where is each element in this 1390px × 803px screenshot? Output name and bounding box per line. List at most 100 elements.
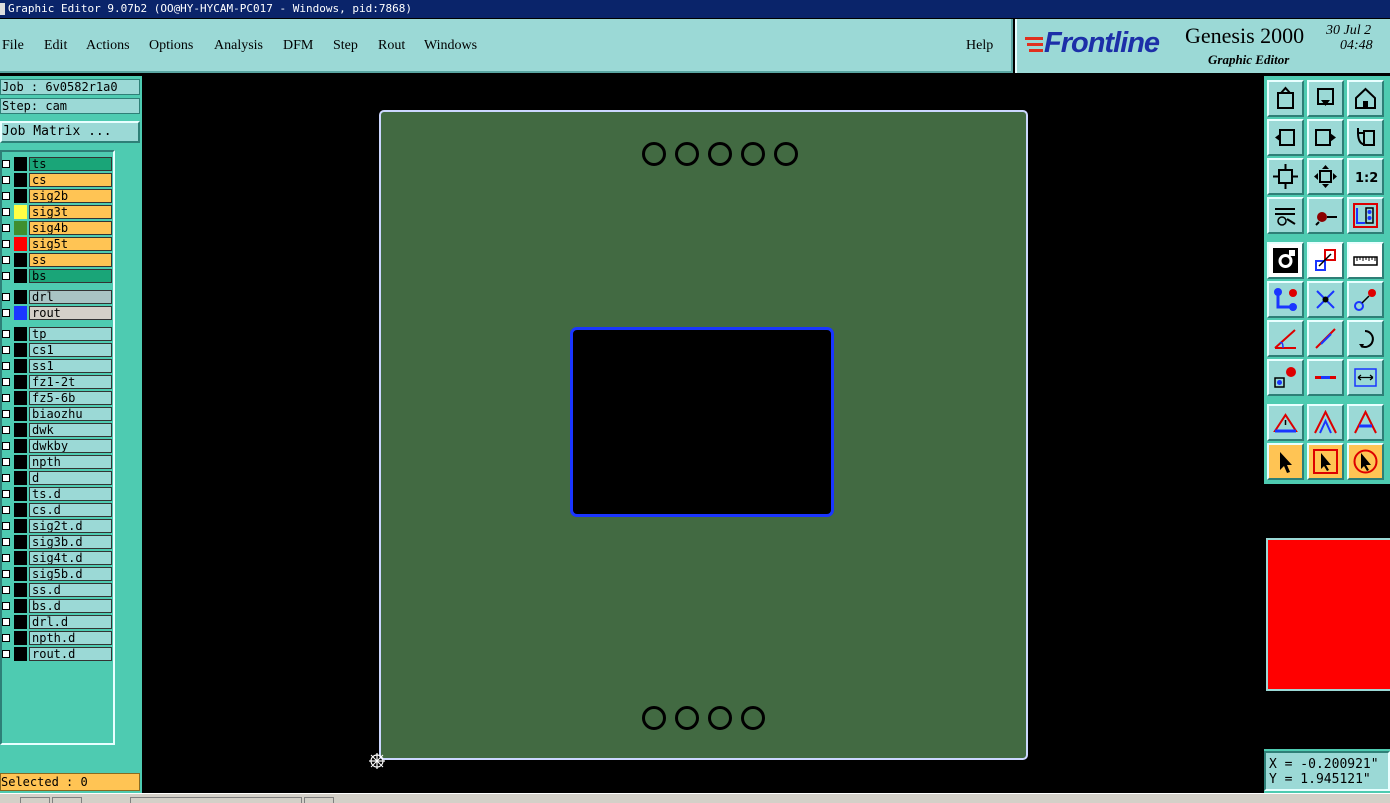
layer-checkbox[interactable] [2,602,10,610]
layer-checkbox[interactable] [2,176,10,184]
layer-color-swatch[interactable] [14,391,27,405]
layer-name[interactable]: npth.d [29,631,112,645]
layer-color-swatch[interactable] [14,551,27,565]
menu-dfm[interactable]: DFM [283,38,313,54]
layer-row[interactable]: cs.d [2,503,114,517]
layer-color-swatch[interactable] [14,359,27,373]
layer-name[interactable]: drl.d [29,615,112,629]
layer-checkbox[interactable] [2,362,10,370]
layer-name[interactable]: sig3t [29,205,112,219]
drill-hole[interactable] [741,706,765,730]
layer-checkbox[interactable] [2,442,10,450]
layer-name[interactable]: biaozhu [29,407,112,421]
arc-tool-button[interactable] [1347,320,1384,357]
layer-checkbox[interactable] [2,410,10,418]
layer-name[interactable]: sig4b [29,221,112,235]
layer-row[interactable]: ss [2,253,114,267]
layer-color-swatch[interactable] [14,306,27,320]
layer-row[interactable]: cs [2,173,114,187]
layer-row[interactable]: sig5t [2,237,114,251]
layer-row[interactable]: rout [2,306,114,320]
layer-color-swatch[interactable] [14,599,27,613]
layer-row[interactable]: sig4t.d [2,551,114,565]
dimension-tool-button[interactable] [1347,359,1384,396]
layer-name[interactable]: dwkby [29,439,112,453]
layer-checkbox[interactable] [2,506,10,514]
layer-color-swatch[interactable] [14,519,27,533]
angle-tool-button[interactable] [1267,320,1304,357]
intersect-tool-button[interactable] [1307,281,1344,318]
layer-color-swatch[interactable] [14,407,27,421]
layer-checkbox[interactable] [2,490,10,498]
layer-row[interactable]: dwk [2,423,114,437]
layer-color-swatch[interactable] [14,290,27,304]
layer-checkbox[interactable] [2,474,10,482]
layer-color-swatch[interactable] [14,221,27,235]
menu-help[interactable]: Help [966,38,993,54]
layer-row[interactable]: tp [2,327,114,341]
pan-right-tool-button[interactable] [1307,119,1344,156]
layer-row[interactable]: ts.d [2,487,114,501]
layer-checkbox[interactable] [2,240,10,248]
layer-checkbox[interactable] [2,650,10,658]
layer-row[interactable]: rout.d [2,647,114,661]
layer-checkbox[interactable] [2,224,10,232]
menu-analysis[interactable]: Analysis [214,38,263,54]
layer-name[interactable]: ss.d [29,583,112,597]
layer-color-swatch[interactable] [14,631,27,645]
drill-hole[interactable] [675,706,699,730]
layer-row[interactable]: fz1-2t [2,375,114,389]
menu-step[interactable]: Step [333,38,358,54]
layer-name[interactable]: cs [29,173,112,187]
layer-color-swatch[interactable] [14,189,27,203]
connect-tool-button[interactable] [1347,281,1384,318]
layer-name[interactable]: sig5t [29,237,112,251]
drill-hole[interactable] [708,142,732,166]
layer-name[interactable]: bs [29,269,112,283]
home-tool-button[interactable] [1347,80,1384,117]
menu-rout[interactable]: Rout [378,38,405,54]
layer-color-swatch[interactable] [14,157,27,171]
layer-color-swatch[interactable] [14,205,27,219]
layer-row[interactable]: drl.d [2,615,114,629]
layer-color-swatch[interactable] [14,647,27,661]
layer-checkbox[interactable] [2,272,10,280]
menu-actions[interactable]: Actions [86,38,130,54]
layer-checkbox[interactable] [2,330,10,338]
layer-name[interactable]: ss [29,253,112,267]
layer-checkbox[interactable] [2,309,10,317]
layer-name[interactable]: d [29,471,112,485]
horizontal-line-tool-button[interactable] [1307,359,1344,396]
center-tool-button[interactable] [1307,158,1344,195]
pointer-tool-button[interactable] [1267,443,1304,480]
pad-tool-button[interactable] [1267,359,1304,396]
drill-hole[interactable] [675,142,699,166]
one-to-two-tool-button[interactable]: 1:2 [1347,158,1384,195]
drill-hole[interactable] [741,142,765,166]
layer-color-swatch[interactable] [14,343,27,357]
triangle-small-tool-button[interactable] [1267,404,1304,441]
layer-name[interactable]: npth [29,455,112,469]
layer-color-swatch[interactable] [14,269,27,283]
layer-color-swatch[interactable] [14,535,27,549]
layer-checkbox[interactable] [2,208,10,216]
layer-name[interactable]: fz5-6b [29,391,112,405]
layer-checkbox[interactable] [2,426,10,434]
layer-name[interactable]: cs1 [29,343,112,357]
job-matrix-button[interactable]: Job Matrix ... [0,121,140,143]
layer-row[interactable]: npth [2,455,114,469]
layer-checkbox[interactable] [2,538,10,546]
layer-row[interactable]: fz5-6b [2,391,114,405]
layer-row[interactable]: sig5b.d [2,567,114,581]
layer-checkbox[interactable] [2,586,10,594]
layer-name[interactable]: cs.d [29,503,112,517]
zoom-home-tool-button[interactable] [1267,80,1304,117]
layer-name[interactable]: rout.d [29,647,112,661]
layer-checkbox[interactable] [2,346,10,354]
drill-hole[interactable] [642,142,666,166]
layer-color-swatch[interactable] [14,503,27,517]
rout-cutout[interactable] [570,327,834,517]
triangle-filled-tool-button[interactable] [1347,404,1384,441]
layer-row[interactable]: ss.d [2,583,114,597]
layer-name[interactable]: ts [29,157,112,171]
